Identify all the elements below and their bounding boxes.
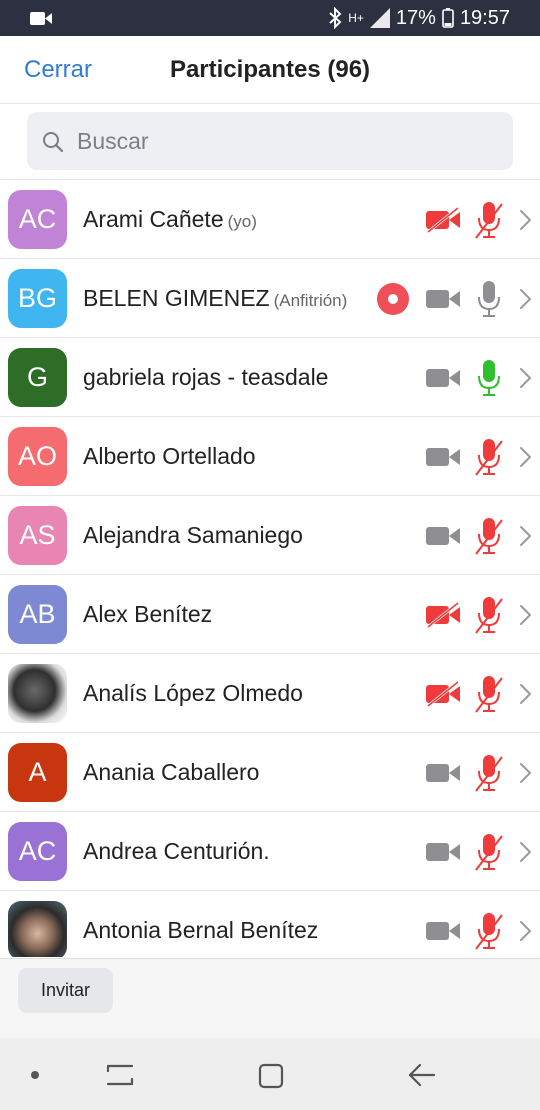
avatar: [8, 664, 67, 723]
participant-name: Analís López Olmedo: [83, 680, 303, 707]
participant-name-text: Alberto Ortellado: [83, 443, 256, 469]
participant-name: Antonia Bernal Benítez: [83, 917, 318, 944]
participant-name-text: Arami Cañete: [83, 206, 224, 232]
video-camera-icon: [426, 764, 460, 782]
mic-muted-icon: [475, 834, 503, 871]
video-off-icon: [426, 681, 460, 707]
video-camera-icon: [426, 448, 460, 466]
video-camera-icon: [426, 369, 460, 387]
battery-percentage: 17%: [395, 6, 436, 29]
signal-icon: [369, 8, 390, 28]
header: Cerrar Participantes (96): [0, 36, 540, 104]
status-indicators: H+ 17% 19:57: [328, 6, 510, 30]
mic-muted-icon: [475, 439, 503, 476]
participant-row[interactable]: A Anania Caballero: [0, 733, 540, 812]
video-camera-icon: [426, 527, 460, 545]
participant-row[interactable]: AC Arami Cañete (yo): [0, 180, 540, 259]
microphone-icon: [478, 281, 500, 317]
avatar: AO: [8, 427, 67, 486]
participant-name: Anania Caballero: [83, 759, 259, 786]
mic-muted-icon: [475, 913, 503, 950]
participant-name: Alberto Ortellado: [83, 443, 256, 470]
chevron-right-icon[interactable]: [518, 920, 532, 942]
search-input[interactable]: [77, 112, 497, 170]
chevron-right-icon[interactable]: [518, 367, 532, 389]
page-title-text: Participantes (96): [169, 56, 371, 83]
page-title: Participantes (96): [0, 56, 540, 84]
participant-list[interactable]: AC Arami Cañete (yo) BG BELEN GIMENEZ (Anfitr…: [0, 179, 540, 957]
chevron-right-icon[interactable]: [518, 841, 532, 863]
mic-muted-icon: [475, 755, 503, 792]
participant-name-text: gabriela rojas - teasdale: [83, 364, 329, 390]
bottom-action-bar: Invitar: [0, 958, 540, 1038]
mic-muted-icon: [475, 597, 503, 634]
microphone-icon: [478, 360, 500, 396]
participant-name-text: Antonia Bernal Benítez: [83, 917, 319, 943]
participant-name-text: BELEN GIMENEZ: [83, 285, 270, 311]
chevron-right-icon[interactable]: [518, 604, 532, 626]
video-camera-icon: [426, 290, 460, 308]
chevron-right-icon[interactable]: [518, 525, 532, 547]
participant-name: Arami Cañete (yo): [83, 206, 257, 233]
battery-icon: [442, 8, 454, 28]
participant-name-text: Andrea Centurión.: [83, 838, 270, 864]
avatar: G: [8, 348, 67, 407]
system-nav-bar: [0, 1038, 540, 1110]
back-icon[interactable]: [408, 1062, 436, 1088]
network-type: H+: [348, 11, 364, 25]
participant-name-text: Analís López Olmedo: [83, 680, 303, 706]
avatar: AS: [8, 506, 67, 565]
recording-icon: [377, 283, 409, 315]
mic-muted-icon: [475, 518, 503, 555]
participant-name: BELEN GIMENEZ (Anfitrión): [83, 285, 347, 312]
avatar: AB: [8, 585, 67, 644]
avatar: A: [8, 743, 67, 802]
mic-muted-icon: [475, 676, 503, 713]
video-camera-status-icon: [30, 12, 52, 25]
participant-row[interactable]: AO Alberto Ortellado: [0, 417, 540, 496]
participant-row[interactable]: AB Alex Benítez: [0, 575, 540, 654]
nav-dot-icon[interactable]: [31, 1071, 39, 1079]
participant-role-tag: (yo): [227, 212, 257, 231]
participant-name: gabriela rojas - teasdale: [83, 364, 328, 391]
participant-row[interactable]: Ggabriela rojas - teasdale: [0, 338, 540, 417]
chevron-right-icon[interactable]: [518, 288, 532, 310]
participant-row[interactable]: BG BELEN GIMENEZ (Anfitrión): [0, 259, 540, 338]
search-box[interactable]: [27, 112, 513, 170]
status-bar: H+ 17% 19:57: [0, 0, 540, 36]
clock: 19:57: [459, 6, 510, 29]
mic-muted-icon: [475, 202, 503, 239]
chevron-right-icon[interactable]: [518, 446, 532, 468]
avatar: AC: [8, 190, 67, 249]
video-off-icon: [426, 602, 460, 628]
video-camera-icon: [426, 922, 460, 940]
participant-name: Alejandra Samaniego: [83, 522, 303, 549]
participant-name-text: Anania Caballero: [83, 759, 260, 785]
participant-name: Alex Benítez: [83, 601, 212, 628]
home-icon[interactable]: [258, 1063, 284, 1089]
participant-row[interactable]: AS Alejandra Samaniego: [0, 496, 540, 575]
video-off-icon: [426, 207, 460, 233]
video-camera-icon: [426, 843, 460, 861]
participant-row[interactable]: AC Andrea Centurión.: [0, 812, 540, 891]
chevron-right-icon[interactable]: [518, 762, 532, 784]
bluetooth-icon: [329, 7, 342, 29]
participant-name-text: Alejandra Samaniego: [83, 522, 303, 548]
chevron-right-icon[interactable]: [518, 209, 532, 231]
participant-name: Andrea Centurión.: [83, 838, 270, 865]
participant-name-text: Alex Benítez: [83, 601, 213, 627]
participant-row[interactable]: Analís López Olmedo: [0, 654, 540, 733]
chevron-right-icon[interactable]: [518, 683, 532, 705]
participant-row[interactable]: Antonia Bernal Benítez: [0, 891, 540, 957]
avatar: BG: [8, 269, 67, 328]
avatar: AC: [8, 822, 67, 881]
invite-button[interactable]: Invitar: [18, 968, 113, 1013]
recent-apps-icon[interactable]: [106, 1062, 134, 1088]
avatar: [8, 901, 67, 957]
search-icon: [43, 132, 64, 153]
participant-role-tag: (Anfitrión): [273, 291, 348, 310]
